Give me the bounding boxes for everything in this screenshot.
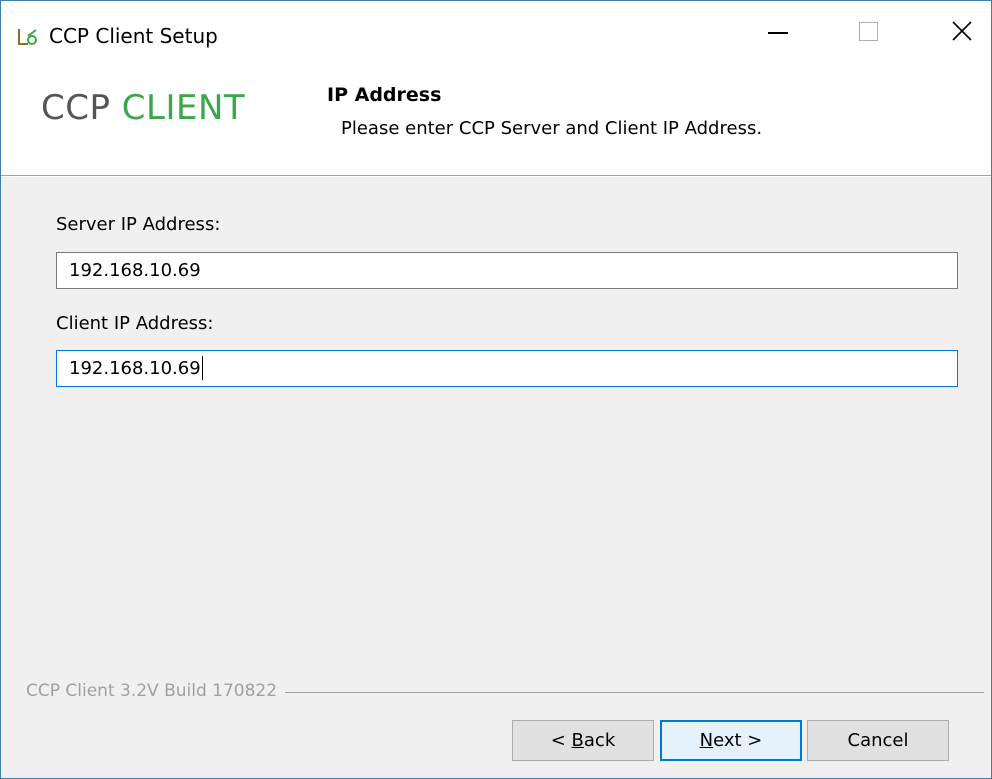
page-subtitle: Please enter CCP Server and Client IP Ad…	[341, 118, 763, 139]
wizard-header: CCP CLIENT IP Address Please enter CCP S…	[1, 73, 991, 175]
next-mnemonic: N	[699, 730, 714, 751]
client-ip-input[interactable]: 192.168.10.69	[56, 350, 958, 387]
back-button[interactable]: < Back	[512, 720, 654, 761]
minimize-button[interactable]	[750, 1, 806, 61]
next-rest: ext >	[713, 730, 763, 751]
setup-window: CCP Client Setup CCP CLIENT IP Address P…	[0, 0, 992, 779]
minimize-icon	[768, 32, 788, 34]
cancel-button[interactable]: Cancel	[807, 720, 949, 761]
maximize-button[interactable]	[840, 1, 896, 61]
server-ip-value: 192.168.10.69	[69, 260, 201, 281]
server-ip-label: Server IP Address:	[56, 214, 221, 235]
close-icon	[952, 21, 972, 41]
maximize-icon	[858, 21, 878, 41]
close-button[interactable]	[934, 1, 990, 61]
server-ip-input[interactable]: 192.168.10.69	[56, 252, 958, 289]
client-ip-label: Client IP Address:	[56, 313, 214, 334]
client-ip-value: 192.168.10.69	[69, 358, 201, 379]
title-bar[interactable]: CCP Client Setup	[1, 1, 991, 73]
text-caret	[201, 355, 203, 380]
logo-ccp-text: CCP	[41, 88, 111, 128]
logo-client-text: CLIENT	[121, 88, 246, 128]
build-info-group: CCP Client 3.2V Build 170822	[26, 679, 984, 703]
ccp-client-logo: CCP CLIENT	[41, 88, 245, 128]
back-mnemonic: B	[571, 730, 584, 751]
back-prefix: <	[550, 730, 572, 751]
window-title: CCP Client Setup	[49, 24, 218, 48]
page-title: IP Address	[327, 84, 442, 106]
build-version-label: CCP Client 3.2V Build 170822	[26, 679, 286, 703]
header-divider-highlight	[1, 176, 991, 177]
next-button[interactable]: Next >	[660, 720, 802, 761]
app-icon	[16, 26, 40, 48]
back-rest: ack	[583, 730, 616, 751]
